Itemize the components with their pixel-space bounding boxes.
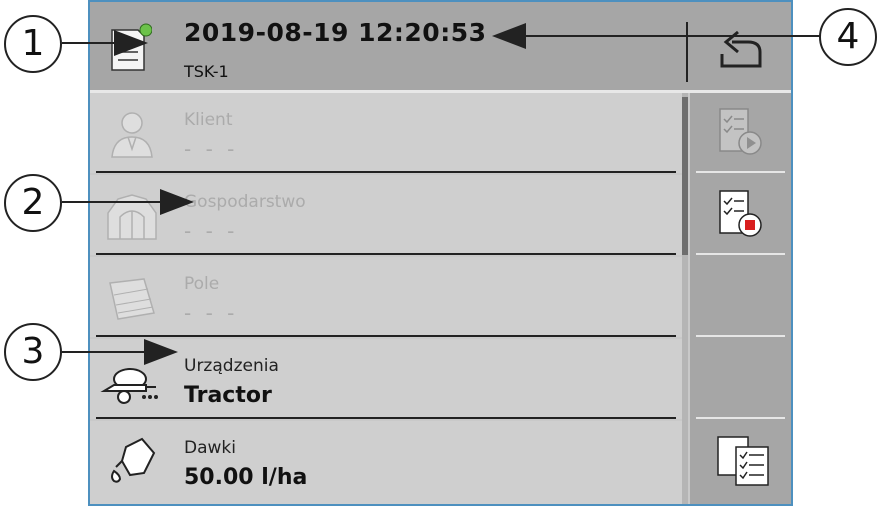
callout-2: 2 xyxy=(4,174,62,232)
callout-arrows xyxy=(62,23,820,365)
callout-1: 1 xyxy=(4,15,62,73)
callout-4: 4 xyxy=(819,8,877,66)
callout-3: 3 xyxy=(4,323,62,381)
